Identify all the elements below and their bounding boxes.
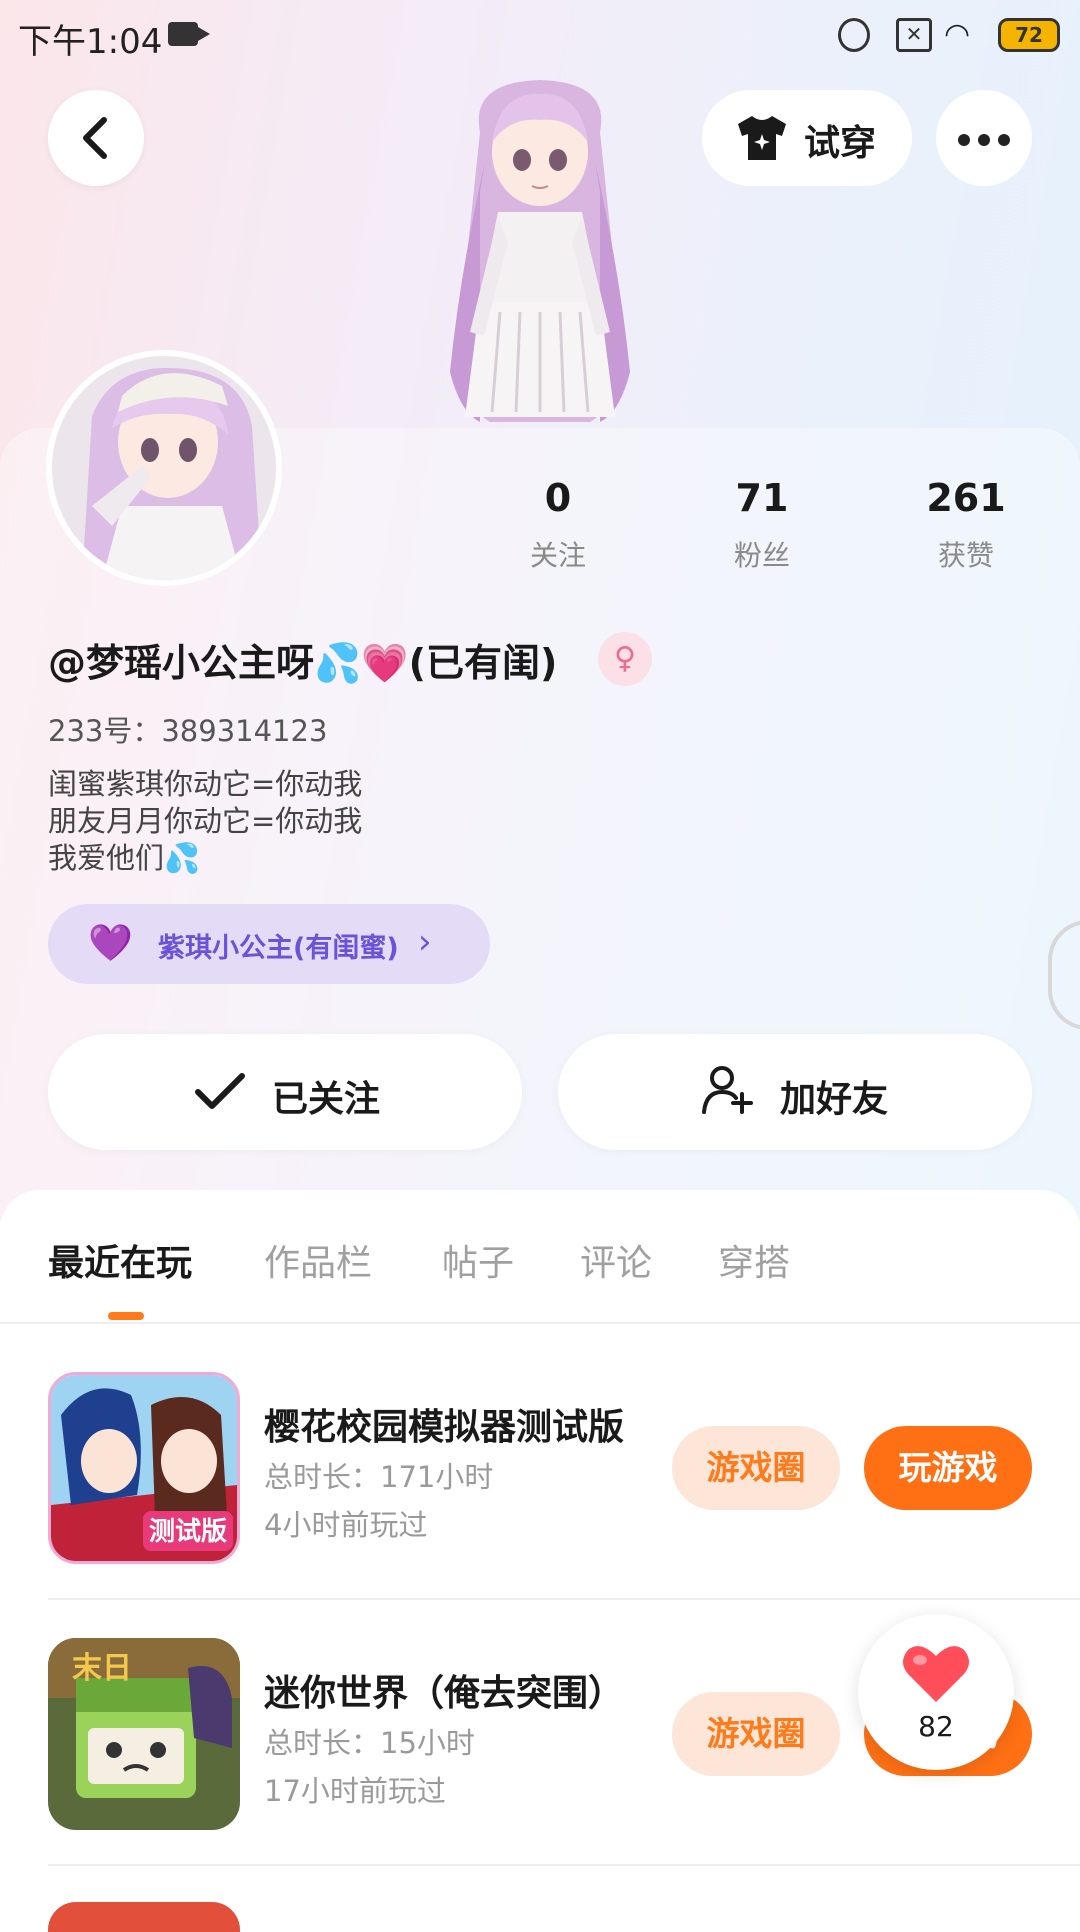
- stat-value: 71: [735, 476, 789, 520]
- avatar-image: [52, 356, 276, 580]
- more-options-button[interactable]: [936, 90, 1032, 186]
- add-friend-label: 加好友: [780, 1079, 889, 1120]
- divider: [0, 1322, 1080, 1324]
- game-icon-image: 末日: [48, 1638, 240, 1830]
- divider: [48, 1598, 1080, 1600]
- game-title: 迷你世界（俺去突围）: [264, 1673, 625, 1714]
- bio-line: 我爱他们💦: [48, 841, 201, 875]
- alarm-icon: [838, 18, 870, 52]
- avatar[interactable]: [46, 350, 282, 586]
- followed-button[interactable]: 已关注: [48, 1034, 522, 1150]
- tab-recently-played[interactable]: 最近在玩: [48, 1234, 192, 1286]
- video-camera-icon: [168, 22, 210, 46]
- tab-comments[interactable]: 评论: [580, 1234, 652, 1286]
- battery-icon: 72: [998, 18, 1060, 52]
- tshirt-icon: [738, 116, 786, 160]
- chevron-right-icon: ›: [418, 922, 432, 962]
- stat-likes[interactable]: 261 获赞: [886, 476, 1046, 574]
- divider: [48, 1864, 1080, 1866]
- icon-badge: 末日: [72, 1651, 132, 1686]
- more-dot: [978, 134, 990, 146]
- status-bar: 下午1:04 ✕ ◠ 72: [0, 0, 1080, 72]
- character-3d-illustration: [450, 80, 630, 422]
- game-icon-mini-world[interactable]: 末日: [48, 1638, 240, 1830]
- user-id: 233号：389314123: [48, 714, 328, 748]
- like-fab[interactable]: 82: [858, 1614, 1014, 1770]
- icon-badge: 测试版: [149, 1517, 227, 1547]
- play-game-button[interactable]: 玩游戏: [864, 1426, 1032, 1510]
- bestie-label: 紫琪小公主(有闺蜜): [158, 933, 399, 964]
- stat-label: 粉丝: [733, 539, 790, 572]
- try-on-button[interactable]: 试穿: [702, 90, 912, 186]
- game-icon-image: 测试版: [51, 1375, 237, 1561]
- tab-posts[interactable]: 帖子: [442, 1234, 514, 1286]
- stat-following[interactable]: 0 关注: [478, 476, 638, 574]
- try-on-label: 试穿: [804, 123, 877, 164]
- wifi-icon: ◠: [944, 17, 971, 52]
- bestie-chip[interactable]: 💜 紫琪小公主(有闺蜜) ›: [48, 904, 490, 984]
- check-icon: [195, 1073, 245, 1109]
- double-heart-icon: 💜: [88, 923, 133, 964]
- game-duration: 总时长：171小时: [264, 1460, 494, 1494]
- add-user-icon: [702, 1066, 753, 1114]
- followed-label: 已关注: [272, 1079, 381, 1120]
- game-icon-partial[interactable]: [48, 1902, 240, 1932]
- status-time: 下午1:04: [18, 22, 163, 62]
- game-circle-button[interactable]: 游戏圈: [672, 1692, 840, 1776]
- stat-label: 获赞: [937, 539, 994, 572]
- more-dot: [998, 134, 1010, 146]
- add-friend-button[interactable]: 加好友: [558, 1034, 1032, 1150]
- bio-line: 朋友月月你动它=你动我: [48, 804, 363, 838]
- back-button[interactable]: [48, 90, 144, 186]
- tab-works[interactable]: 作品栏: [264, 1234, 372, 1286]
- female-gender-icon: ♀: [598, 632, 652, 686]
- chevron-left-icon: [83, 117, 107, 159]
- heart-icon: [903, 1646, 969, 1702]
- stat-value: 0: [544, 476, 572, 520]
- tab-outfits[interactable]: 穿搭: [718, 1234, 790, 1286]
- stat-fans[interactable]: 71 粉丝: [682, 476, 842, 574]
- game-last-played: 4小时前玩过: [264, 1508, 428, 1542]
- bio-line: 闺蜜紫琪你动它=你动我: [48, 767, 363, 801]
- stat-label: 关注: [529, 539, 586, 572]
- username: @梦瑶小公主呀💦💗(已有闺): [48, 641, 558, 685]
- stat-value: 261: [926, 476, 1006, 520]
- like-count: 82: [918, 1710, 954, 1743]
- tab-indicator: [108, 1312, 144, 1320]
- game-last-played: 17小时前玩过: [264, 1774, 446, 1808]
- game-title: 樱花校园模拟器测试版: [264, 1407, 625, 1448]
- game-circle-button[interactable]: 游戏圈: [672, 1426, 840, 1510]
- bio: 闺蜜紫琪你动它=你动我 朋友月月你动它=你动我 我爱他们💦: [48, 766, 362, 877]
- battery-level: 72: [1015, 23, 1043, 47]
- game-icon-sakura[interactable]: 测试版: [48, 1372, 240, 1564]
- game-duration: 总时长：15小时: [264, 1726, 475, 1760]
- no-sim-icon: ✕: [896, 18, 932, 52]
- more-dot: [958, 134, 970, 146]
